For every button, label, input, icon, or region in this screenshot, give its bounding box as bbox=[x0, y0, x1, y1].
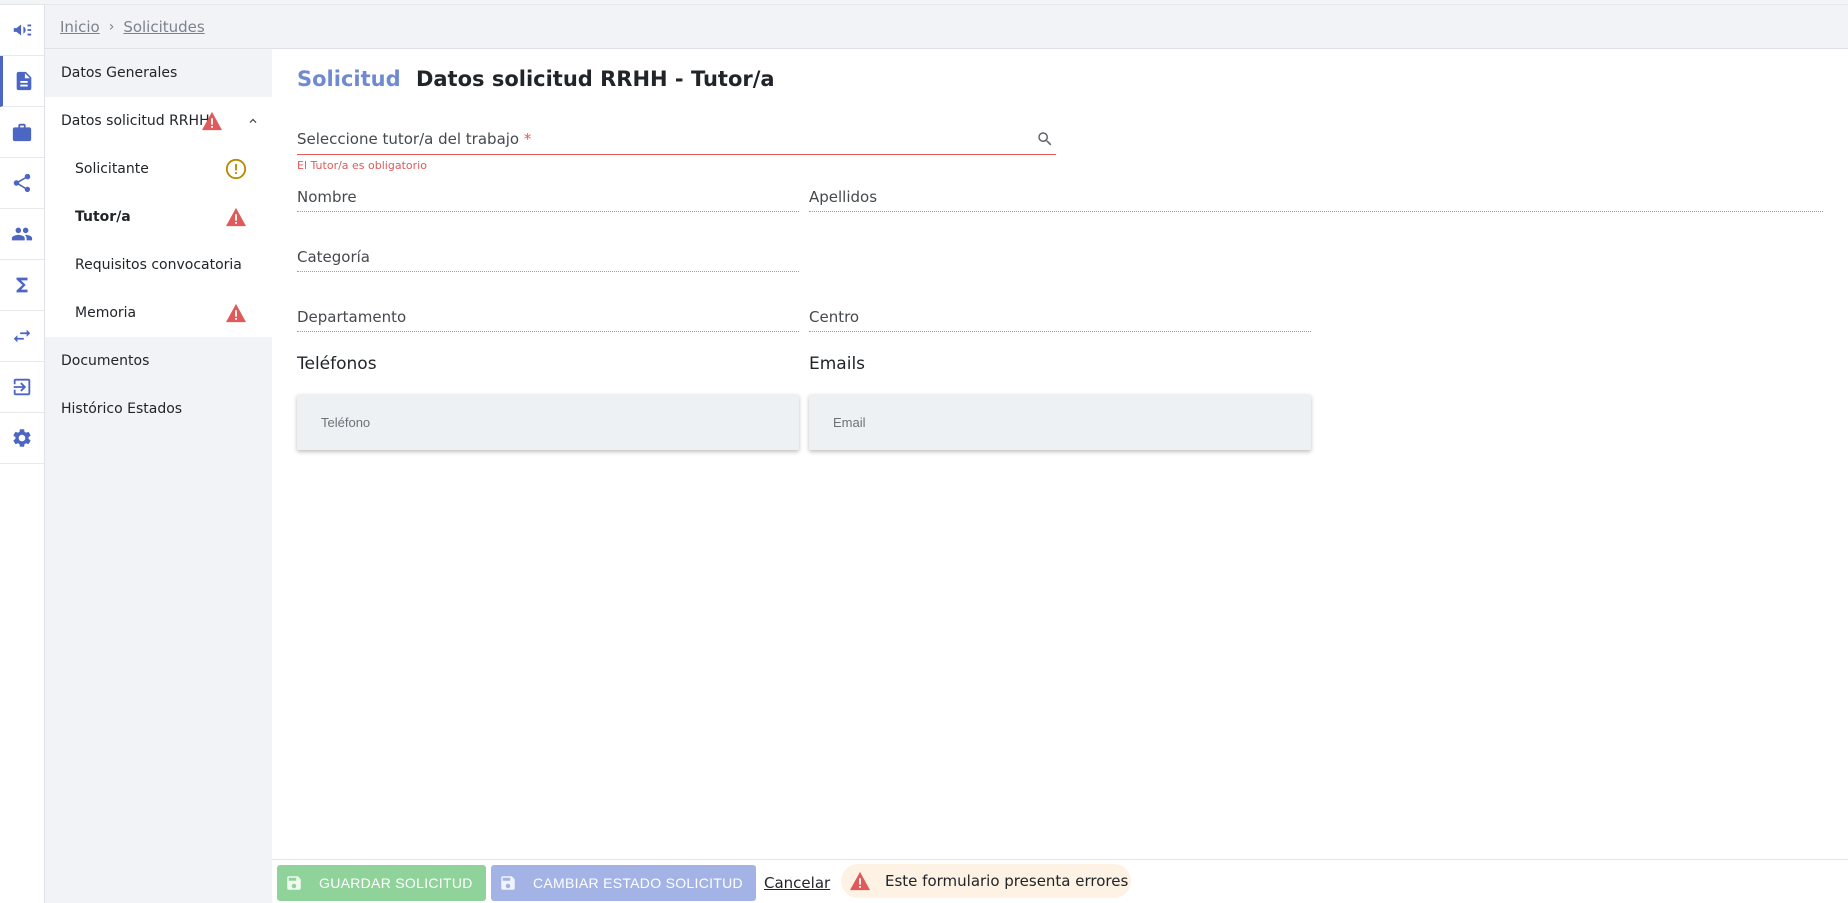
nav-item-datos-generales[interactable]: Datos Generales bbox=[45, 49, 272, 97]
save-button[interactable]: GUARDAR SOLICITUD bbox=[277, 865, 486, 901]
gear-icon bbox=[13, 429, 31, 447]
share-icon bbox=[13, 173, 31, 193]
nav-item-label: Datos Generales bbox=[61, 65, 178, 81]
breadcrumb-home-link[interactable]: Inicio bbox=[60, 18, 100, 36]
rail-item-work[interactable] bbox=[0, 107, 44, 158]
nav-item-documentos[interactable]: Documentos bbox=[45, 337, 272, 385]
briefcase-icon bbox=[12, 123, 32, 142]
telefono-card bbox=[297, 394, 799, 450]
nav-item-solicitante[interactable]: Solicitante bbox=[45, 145, 272, 193]
nav-item-requisitos[interactable]: Requisitos convocatoria bbox=[45, 241, 272, 289]
change-state-button[interactable]: CAMBIAR ESTADO SOLICITUD bbox=[491, 865, 756, 901]
swap-icon bbox=[13, 329, 31, 343]
apellidos-field: Apellidos bbox=[809, 186, 1823, 212]
telefono-input[interactable] bbox=[297, 394, 799, 450]
telefonos-section-title: Teléfonos bbox=[297, 354, 377, 374]
change-state-button-label: CAMBIAR ESTADO SOLICITUD bbox=[533, 875, 743, 891]
chevron-up-icon[interactable] bbox=[246, 114, 260, 128]
rail-item-sum[interactable] bbox=[0, 260, 44, 311]
departamento-field: Departamento bbox=[297, 306, 799, 332]
tutor-search-field[interactable]: Seleccione tutor/a del trabajo * bbox=[297, 127, 1056, 155]
warning-circle-icon bbox=[225, 158, 247, 180]
page-title-prefix: Solicitud bbox=[297, 67, 401, 91]
rail-item-people[interactable] bbox=[0, 209, 44, 260]
rail-item-settings[interactable] bbox=[0, 413, 44, 464]
search-icon[interactable] bbox=[1036, 130, 1054, 148]
main-content: Solicitud Datos solicitud RRHH - Tutor/a… bbox=[272, 49, 1848, 859]
form-error-text: Este formulario presenta errores bbox=[885, 872, 1129, 890]
save-icon bbox=[501, 876, 515, 890]
megaphone-icon bbox=[13, 24, 32, 36]
email-input[interactable] bbox=[809, 394, 1311, 450]
page-title: Solicitud Datos solicitud RRHH - Tutor/a bbox=[297, 67, 775, 91]
centro-field: Centro bbox=[809, 306, 1311, 332]
tutor-search-input[interactable] bbox=[297, 127, 997, 153]
nav-item-label: Requisitos convocatoria bbox=[75, 257, 242, 273]
nav-item-label: Datos solicitud RRHH bbox=[61, 113, 210, 129]
nav-item-tutor[interactable]: Tutor/a bbox=[45, 193, 272, 241]
warning-triangle-icon bbox=[226, 207, 246, 227]
nombre-field: Nombre bbox=[297, 186, 799, 212]
nav-item-historico[interactable]: Histórico Estados bbox=[45, 385, 272, 433]
section-nav: Datos Generales Datos solicitud RRHH Sol… bbox=[45, 49, 272, 903]
email-card bbox=[809, 394, 1311, 450]
save-icon bbox=[287, 876, 301, 890]
sigma-icon bbox=[16, 277, 28, 293]
warning-triangle-icon bbox=[202, 111, 222, 131]
tutor-error-message: El Tutor/a es obligatorio bbox=[297, 159, 427, 172]
logout-icon bbox=[13, 378, 31, 396]
rail-item-announcements[interactable] bbox=[0, 5, 44, 56]
form-error-banner: Este formulario presenta errores bbox=[841, 864, 1131, 898]
nav-item-datos-rrhh[interactable]: Datos solicitud RRHH bbox=[45, 97, 272, 145]
nav-item-label: Documentos bbox=[61, 353, 150, 369]
nav-item-memoria[interactable]: Memoria bbox=[45, 289, 272, 337]
warning-triangle-icon bbox=[226, 303, 246, 323]
document-icon bbox=[16, 71, 31, 91]
nav-item-label: Histórico Estados bbox=[61, 401, 183, 417]
save-button-label: GUARDAR SOLICITUD bbox=[319, 875, 473, 891]
emails-section-title: Emails bbox=[809, 354, 866, 374]
page-title-text: Datos solicitud RRHH - Tutor/a bbox=[415, 67, 775, 91]
breadcrumb: Inicio › Solicitudes bbox=[45, 5, 1848, 49]
people-icon bbox=[11, 227, 33, 241]
breadcrumb-current-link[interactable]: Solicitudes bbox=[123, 18, 204, 36]
rail-item-documents[interactable] bbox=[0, 56, 44, 107]
rail-item-transfer[interactable] bbox=[0, 311, 44, 362]
cancel-link[interactable]: Cancelar bbox=[764, 874, 830, 892]
icon-rail bbox=[0, 5, 45, 903]
breadcrumb-separator: › bbox=[108, 18, 115, 35]
categoria-field: Categoría bbox=[297, 246, 799, 272]
rail-item-exit[interactable] bbox=[0, 362, 44, 413]
rail-item-share[interactable] bbox=[0, 158, 44, 209]
warning-triangle-icon bbox=[850, 871, 870, 891]
action-bar: GUARDAR SOLICITUD CAMBIAR ESTADO SOLICIT… bbox=[272, 859, 1848, 903]
